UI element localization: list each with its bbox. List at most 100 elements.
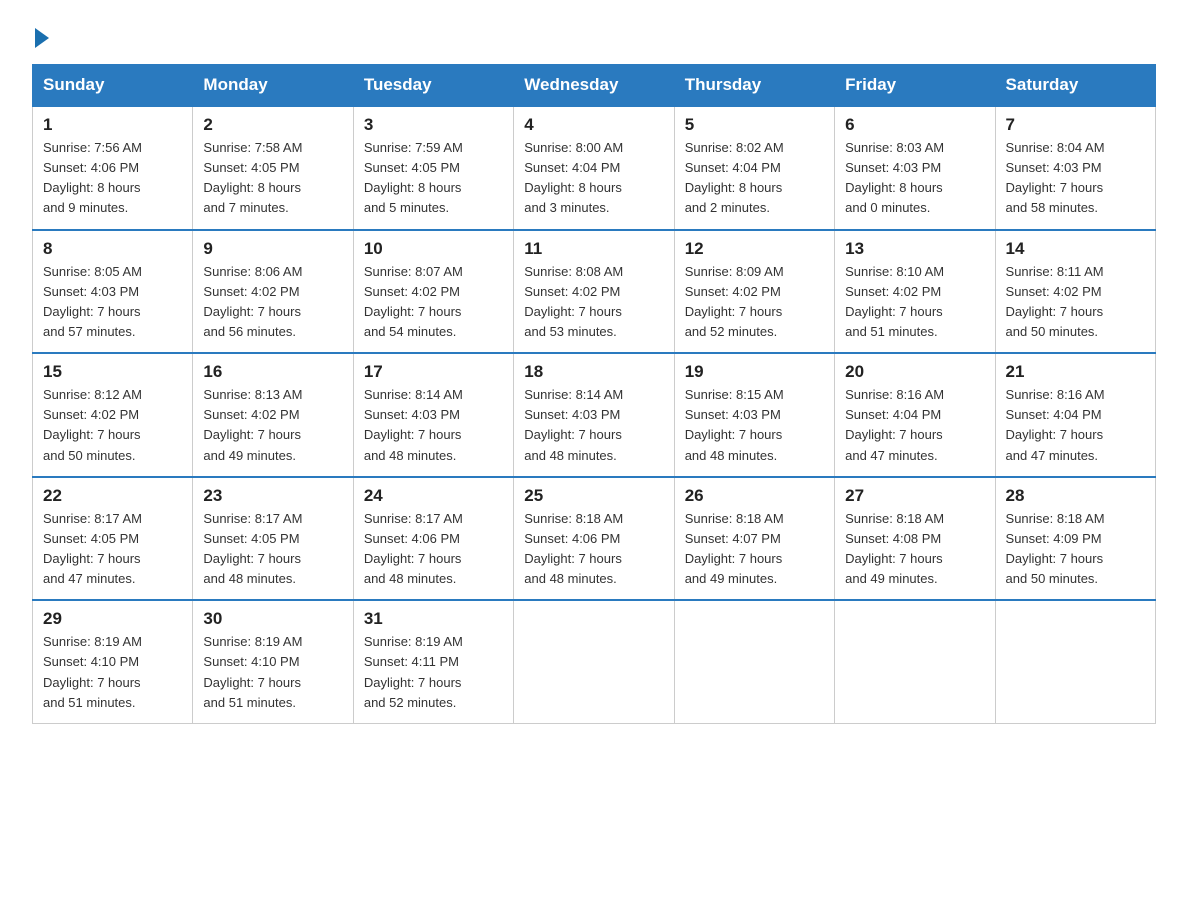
day-info: Sunrise: 8:10 AM Sunset: 4:02 PM Dayligh… [845,262,984,343]
day-number: 12 [685,239,824,259]
week-row-4: 22 Sunrise: 8:17 AM Sunset: 4:05 PM Dayl… [33,477,1156,601]
weekday-header-thursday: Thursday [674,65,834,107]
day-number: 14 [1006,239,1145,259]
day-number: 11 [524,239,663,259]
day-info: Sunrise: 8:18 AM Sunset: 4:08 PM Dayligh… [845,509,984,590]
day-info: Sunrise: 8:11 AM Sunset: 4:02 PM Dayligh… [1006,262,1145,343]
day-number: 19 [685,362,824,382]
day-number: 15 [43,362,182,382]
day-info: Sunrise: 8:18 AM Sunset: 4:09 PM Dayligh… [1006,509,1145,590]
day-number: 1 [43,115,182,135]
calendar-header: SundayMondayTuesdayWednesdayThursdayFrid… [33,65,1156,107]
day-number: 10 [364,239,503,259]
day-number: 3 [364,115,503,135]
day-number: 17 [364,362,503,382]
calendar-cell: 16 Sunrise: 8:13 AM Sunset: 4:02 PM Dayl… [193,353,353,477]
day-info: Sunrise: 8:19 AM Sunset: 4:10 PM Dayligh… [203,632,342,713]
calendar-cell: 4 Sunrise: 8:00 AM Sunset: 4:04 PM Dayli… [514,106,674,230]
logo-triangle-icon [35,28,49,48]
day-info: Sunrise: 8:15 AM Sunset: 4:03 PM Dayligh… [685,385,824,466]
day-info: Sunrise: 8:16 AM Sunset: 4:04 PM Dayligh… [845,385,984,466]
calendar-cell: 5 Sunrise: 8:02 AM Sunset: 4:04 PM Dayli… [674,106,834,230]
weekday-header-wednesday: Wednesday [514,65,674,107]
day-number: 6 [845,115,984,135]
calendar-cell: 6 Sunrise: 8:03 AM Sunset: 4:03 PM Dayli… [835,106,995,230]
day-number: 29 [43,609,182,629]
day-info: Sunrise: 8:17 AM Sunset: 4:06 PM Dayligh… [364,509,503,590]
calendar-cell: 28 Sunrise: 8:18 AM Sunset: 4:09 PM Dayl… [995,477,1155,601]
day-info: Sunrise: 8:07 AM Sunset: 4:02 PM Dayligh… [364,262,503,343]
weekday-header-friday: Friday [835,65,995,107]
day-info: Sunrise: 8:17 AM Sunset: 4:05 PM Dayligh… [43,509,182,590]
calendar-cell [674,600,834,723]
calendar-cell: 19 Sunrise: 8:15 AM Sunset: 4:03 PM Dayl… [674,353,834,477]
weekday-header-row: SundayMondayTuesdayWednesdayThursdayFrid… [33,65,1156,107]
calendar-cell: 8 Sunrise: 8:05 AM Sunset: 4:03 PM Dayli… [33,230,193,354]
day-info: Sunrise: 8:04 AM Sunset: 4:03 PM Dayligh… [1006,138,1145,219]
day-info: Sunrise: 7:58 AM Sunset: 4:05 PM Dayligh… [203,138,342,219]
calendar-cell: 29 Sunrise: 8:19 AM Sunset: 4:10 PM Dayl… [33,600,193,723]
weekday-header-sunday: Sunday [33,65,193,107]
day-info: Sunrise: 8:18 AM Sunset: 4:07 PM Dayligh… [685,509,824,590]
calendar-cell: 1 Sunrise: 7:56 AM Sunset: 4:06 PM Dayli… [33,106,193,230]
weekday-header-monday: Monday [193,65,353,107]
calendar-cell: 17 Sunrise: 8:14 AM Sunset: 4:03 PM Dayl… [353,353,513,477]
calendar-cell: 2 Sunrise: 7:58 AM Sunset: 4:05 PM Dayli… [193,106,353,230]
calendar-cell: 9 Sunrise: 8:06 AM Sunset: 4:02 PM Dayli… [193,230,353,354]
calendar-cell: 3 Sunrise: 7:59 AM Sunset: 4:05 PM Dayli… [353,106,513,230]
day-info: Sunrise: 8:06 AM Sunset: 4:02 PM Dayligh… [203,262,342,343]
day-number: 30 [203,609,342,629]
calendar-cell: 20 Sunrise: 8:16 AM Sunset: 4:04 PM Dayl… [835,353,995,477]
weekday-header-tuesday: Tuesday [353,65,513,107]
day-info: Sunrise: 8:16 AM Sunset: 4:04 PM Dayligh… [1006,385,1145,466]
calendar-cell: 31 Sunrise: 8:19 AM Sunset: 4:11 PM Dayl… [353,600,513,723]
day-info: Sunrise: 7:56 AM Sunset: 4:06 PM Dayligh… [43,138,182,219]
calendar-cell: 7 Sunrise: 8:04 AM Sunset: 4:03 PM Dayli… [995,106,1155,230]
day-number: 23 [203,486,342,506]
calendar-cell: 15 Sunrise: 8:12 AM Sunset: 4:02 PM Dayl… [33,353,193,477]
calendar-cell: 11 Sunrise: 8:08 AM Sunset: 4:02 PM Dayl… [514,230,674,354]
week-row-2: 8 Sunrise: 8:05 AM Sunset: 4:03 PM Dayli… [33,230,1156,354]
calendar-cell [995,600,1155,723]
day-info: Sunrise: 8:03 AM Sunset: 4:03 PM Dayligh… [845,138,984,219]
weekday-header-saturday: Saturday [995,65,1155,107]
calendar-cell: 22 Sunrise: 8:17 AM Sunset: 4:05 PM Dayl… [33,477,193,601]
day-info: Sunrise: 8:08 AM Sunset: 4:02 PM Dayligh… [524,262,663,343]
calendar-cell: 23 Sunrise: 8:17 AM Sunset: 4:05 PM Dayl… [193,477,353,601]
logo [32,24,49,48]
day-number: 24 [364,486,503,506]
week-row-3: 15 Sunrise: 8:12 AM Sunset: 4:02 PM Dayl… [33,353,1156,477]
day-number: 9 [203,239,342,259]
calendar-cell [835,600,995,723]
day-info: Sunrise: 8:02 AM Sunset: 4:04 PM Dayligh… [685,138,824,219]
day-number: 28 [1006,486,1145,506]
calendar-cell: 26 Sunrise: 8:18 AM Sunset: 4:07 PM Dayl… [674,477,834,601]
day-info: Sunrise: 8:17 AM Sunset: 4:05 PM Dayligh… [203,509,342,590]
day-number: 31 [364,609,503,629]
day-info: Sunrise: 8:05 AM Sunset: 4:03 PM Dayligh… [43,262,182,343]
day-number: 20 [845,362,984,382]
calendar-cell: 25 Sunrise: 8:18 AM Sunset: 4:06 PM Dayl… [514,477,674,601]
day-info: Sunrise: 8:12 AM Sunset: 4:02 PM Dayligh… [43,385,182,466]
calendar-cell: 12 Sunrise: 8:09 AM Sunset: 4:02 PM Dayl… [674,230,834,354]
day-info: Sunrise: 8:14 AM Sunset: 4:03 PM Dayligh… [364,385,503,466]
calendar-cell: 27 Sunrise: 8:18 AM Sunset: 4:08 PM Dayl… [835,477,995,601]
calendar-cell: 30 Sunrise: 8:19 AM Sunset: 4:10 PM Dayl… [193,600,353,723]
day-number: 4 [524,115,663,135]
day-number: 16 [203,362,342,382]
page-header [32,24,1156,48]
calendar-cell [514,600,674,723]
day-info: Sunrise: 8:14 AM Sunset: 4:03 PM Dayligh… [524,385,663,466]
calendar-cell: 21 Sunrise: 8:16 AM Sunset: 4:04 PM Dayl… [995,353,1155,477]
calendar-cell: 10 Sunrise: 8:07 AM Sunset: 4:02 PM Dayl… [353,230,513,354]
calendar-body: 1 Sunrise: 7:56 AM Sunset: 4:06 PM Dayli… [33,106,1156,723]
day-info: Sunrise: 8:18 AM Sunset: 4:06 PM Dayligh… [524,509,663,590]
day-number: 25 [524,486,663,506]
calendar-table: SundayMondayTuesdayWednesdayThursdayFrid… [32,64,1156,724]
day-info: Sunrise: 8:19 AM Sunset: 4:10 PM Dayligh… [43,632,182,713]
day-info: Sunrise: 8:09 AM Sunset: 4:02 PM Dayligh… [685,262,824,343]
calendar-cell: 18 Sunrise: 8:14 AM Sunset: 4:03 PM Dayl… [514,353,674,477]
day-info: Sunrise: 8:13 AM Sunset: 4:02 PM Dayligh… [203,385,342,466]
calendar-cell: 13 Sunrise: 8:10 AM Sunset: 4:02 PM Dayl… [835,230,995,354]
day-number: 5 [685,115,824,135]
